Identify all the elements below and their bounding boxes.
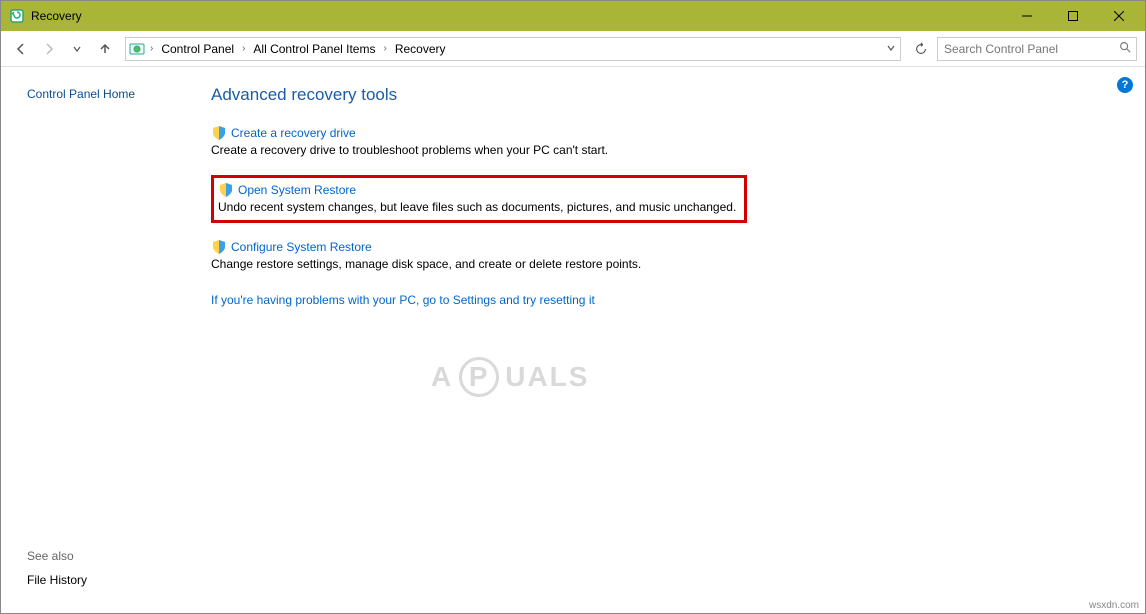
see-also-section: See also File History [27,549,87,587]
tool-open-system-restore: Open System Restore Undo recent system c… [211,175,747,223]
create-recovery-drive-link[interactable]: Create a recovery drive [231,126,356,140]
chevron-right-icon: › [381,43,388,54]
open-system-restore-link[interactable]: Open System Restore [238,183,356,197]
tool-description: Create a recovery drive to troubleshoot … [211,143,1105,157]
refresh-button[interactable] [909,37,933,61]
reset-pc-hint: If you're having problems with your PC, … [211,293,1105,307]
search-icon [1118,40,1132,57]
control-panel-icon [128,40,146,58]
see-also-heading: See also [27,549,87,563]
tool-create-recovery-drive: Create a recovery drive Create a recover… [211,123,1105,161]
breadcrumb-item[interactable]: Control Panel [155,38,240,60]
up-button[interactable] [93,37,117,61]
search-input[interactable] [942,41,1118,57]
control-panel-home-link[interactable]: Control Panel Home [27,87,135,101]
maximize-button[interactable] [1053,1,1099,31]
breadcrumb-item[interactable]: Recovery [389,38,452,60]
page-title: Advanced recovery tools [211,85,1105,105]
tool-configure-system-restore: Configure System Restore Change restore … [211,237,1105,275]
sidebar: Control Panel Home See also File History [1,67,211,613]
file-history-link[interactable]: File History [27,573,87,587]
minimize-button[interactable] [1007,1,1053,31]
shield-icon [211,239,227,255]
back-button[interactable] [9,37,33,61]
configure-system-restore-link[interactable]: Configure System Restore [231,240,372,254]
breadcrumb[interactable]: › Control Panel › All Control Panel Item… [125,37,901,61]
shield-icon [211,125,227,141]
content-area: Control Panel Home See also File History… [1,67,1145,613]
attribution-text: wsxdn.com [1089,600,1139,611]
chevron-right-icon: › [148,43,155,54]
search-box[interactable] [937,37,1137,61]
tool-description: Undo recent system changes, but leave fi… [218,200,736,214]
toolbar: › Control Panel › All Control Panel Item… [1,31,1145,67]
tool-description: Change restore settings, manage disk spa… [211,257,1105,271]
recovery-icon [9,8,25,24]
titlebar: Recovery [1,1,1145,31]
main-panel: ? Advanced recovery tools Create a recov… [211,67,1145,613]
breadcrumb-dropdown[interactable] [886,42,896,56]
close-button[interactable] [1099,1,1145,31]
shield-icon [218,182,234,198]
breadcrumb-item[interactable]: All Control Panel Items [247,38,381,60]
recent-locations-dropdown[interactable] [65,37,89,61]
chevron-right-icon: › [240,43,247,54]
forward-button[interactable] [37,37,61,61]
window-title: Recovery [31,9,82,23]
reset-pc-link[interactable]: If you're having problems with your PC, … [211,293,595,307]
help-icon[interactable]: ? [1117,77,1133,93]
